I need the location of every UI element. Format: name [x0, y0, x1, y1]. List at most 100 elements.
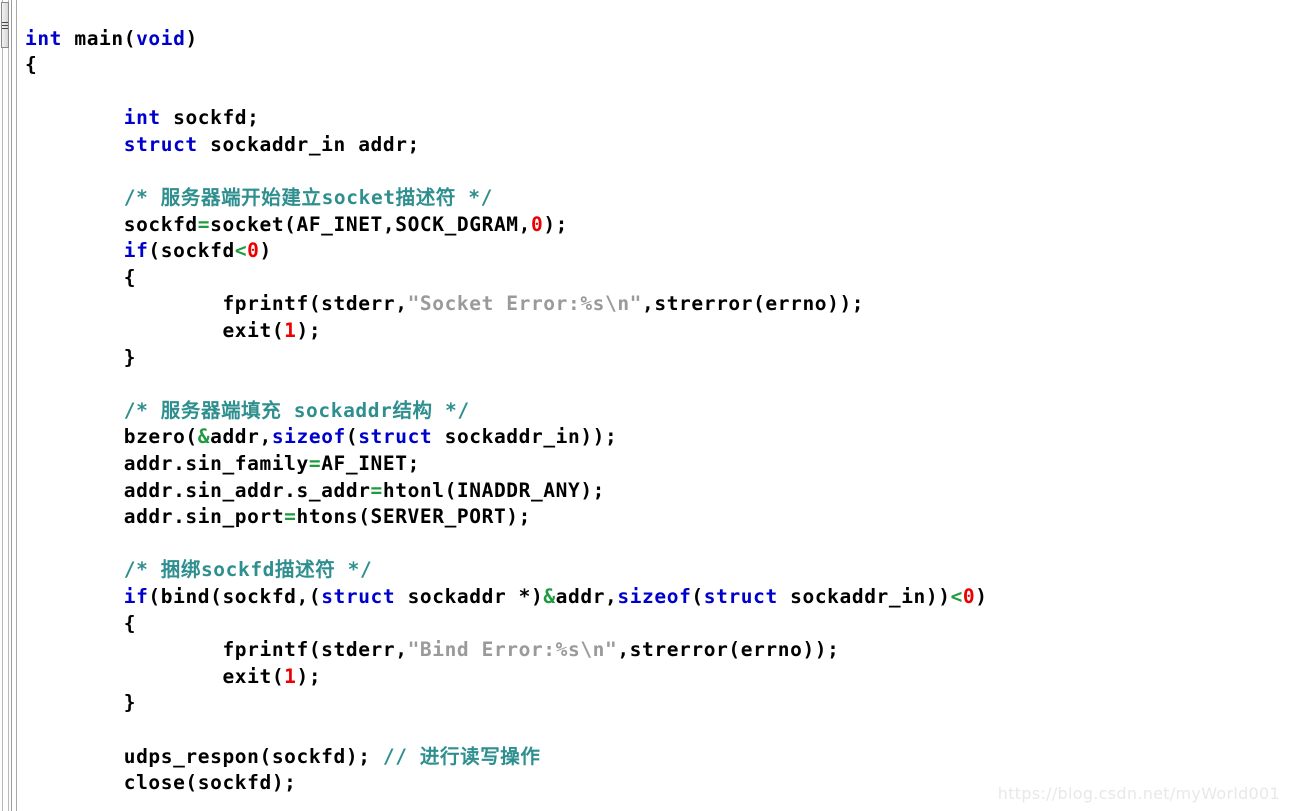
code-token-op: =: [197, 212, 211, 236]
code-line: int main(void): [25, 26, 988, 53]
code-token-str: "Bind Error:%s\n": [407, 638, 618, 662]
code-token-pl: main(: [62, 26, 137, 50]
code-token-com: sockfd: [200, 558, 276, 582]
code-token-com: 服务器端填充: [160, 398, 282, 422]
code-token-pl: {: [123, 265, 137, 289]
code-token-com: */: [455, 186, 493, 210]
code-token-com: 描述符: [275, 558, 336, 582]
code-line: ​: [25, 371, 988, 398]
scrollbar-thumb[interactable]: [1, 2, 9, 48]
code-token-kw: struct: [703, 584, 778, 608]
code-token-pl: sockaddr_in));: [432, 425, 618, 449]
code-token-pl: exit(: [222, 319, 285, 343]
code-token-pl: AF_INET;: [321, 452, 420, 475]
code-token-com: 描述符: [395, 186, 456, 210]
code-token-pl: (: [691, 584, 704, 608]
code-token-num: 0: [962, 584, 976, 608]
code-token-pl: ): [185, 26, 198, 50]
code-token-com: socket: [321, 186, 396, 210]
code-token-kw: if: [123, 584, 149, 608]
scrollbar-rail-right: [8, 0, 9, 811]
source-code-block[interactable]: int main(void){​ int sockfd; struct sock…: [25, 26, 988, 811]
code-token-pl: );: [543, 212, 568, 236]
code-line: exit(1);: [25, 664, 988, 691]
scrollbar-grip-line: [2, 25, 8, 26]
code-token-str: "Socket Error:%s\n": [407, 292, 643, 316]
code-token-pl: sockaddr_in)): [777, 584, 951, 608]
code-token-com: /*: [123, 186, 161, 210]
code-token-pl: ): [975, 584, 988, 608]
code-token-kw: struct: [123, 132, 198, 156]
code-line: close(sockfd);: [25, 770, 988, 797]
code-line: /* 捆绑sockfd描述符 */: [25, 557, 988, 584]
code-token-pl: close(sockfd);: [123, 771, 297, 795]
code-token-pl: socket(AF_INET,SOCK_DGRAM,: [210, 212, 531, 236]
code-token-num: 0: [530, 212, 544, 236]
code-token-pl: htons(SERVER_PORT);: [296, 505, 531, 529]
code-line: addr.sin_port=htons(SERVER_PORT);: [25, 504, 988, 531]
code-token-pl: }: [123, 345, 137, 369]
code-token-kw: void: [136, 26, 186, 50]
code-token-com: /*: [123, 398, 161, 422]
code-line: ​: [25, 797, 988, 811]
code-line: fprintf(stderr,"Socket Error:%s\n",strer…: [25, 291, 988, 318]
code-line: /* 服务器端填充 sockaddr结构 */: [25, 398, 988, 425]
code-token-pl: (bind(sockfd,(: [148, 584, 322, 608]
code-token-pl: sockaddr_in addr;: [197, 132, 420, 156]
code-token-pl: ,strerror(errno));: [617, 638, 840, 662]
code-token-pl: (: [345, 425, 359, 449]
code-token-kw: sizeof: [271, 425, 346, 449]
code-token-num: 1: [284, 664, 297, 688]
code-token-pl: addr.sin_port: [123, 505, 285, 529]
code-token-pl: {: [123, 611, 137, 635]
vertical-scrollbar[interactable]: [0, 0, 12, 811]
code-line: ​: [25, 79, 988, 106]
code-line: ​: [25, 158, 988, 185]
code-line: bzero(&addr,sizeof(struct sockaddr_in));: [25, 424, 988, 451]
code-token-kw: struct: [358, 425, 433, 449]
code-token-op: =: [370, 478, 383, 502]
code-token-com: */: [432, 398, 470, 422]
code-line: {: [25, 265, 988, 292]
code-token-num: 1: [284, 319, 297, 343]
code-token-pl: sockfd;: [160, 106, 260, 130]
code-token-pl: udps_respon(sockfd);: [123, 744, 383, 768]
code-token-com: sockaddr: [281, 398, 393, 422]
code-token-amp: &: [543, 584, 556, 608]
code-line: if(sockfd<0): [25, 238, 988, 265]
code-line: {: [25, 611, 988, 638]
scrollbar-rail-left: [2, 0, 3, 811]
code-token-com: 捆绑: [160, 558, 201, 582]
code-token-amp: &: [197, 425, 211, 449]
code-token-com: */: [335, 558, 373, 582]
code-token-op: <: [950, 584, 963, 608]
code-token-op: =: [284, 505, 297, 529]
code-line: ​: [25, 717, 988, 744]
code-editor-area[interactable]: int main(void){​ int sockfd; struct sock…: [17, 0, 1289, 811]
code-token-pl: addr.sin_addr.s_addr: [123, 478, 371, 502]
code-token-op: =: [308, 452, 322, 475]
code-line: sockfd=socket(AF_INET,SOCK_DGRAM,0);: [25, 212, 988, 239]
code-token-pl: addr.sin_family: [123, 452, 309, 475]
code-token-pl: sockfd: [123, 212, 198, 236]
code-line: addr.sin_family=AF_INET;: [25, 451, 988, 478]
code-line: exit(1);: [25, 318, 988, 345]
code-line: }: [25, 345, 988, 372]
